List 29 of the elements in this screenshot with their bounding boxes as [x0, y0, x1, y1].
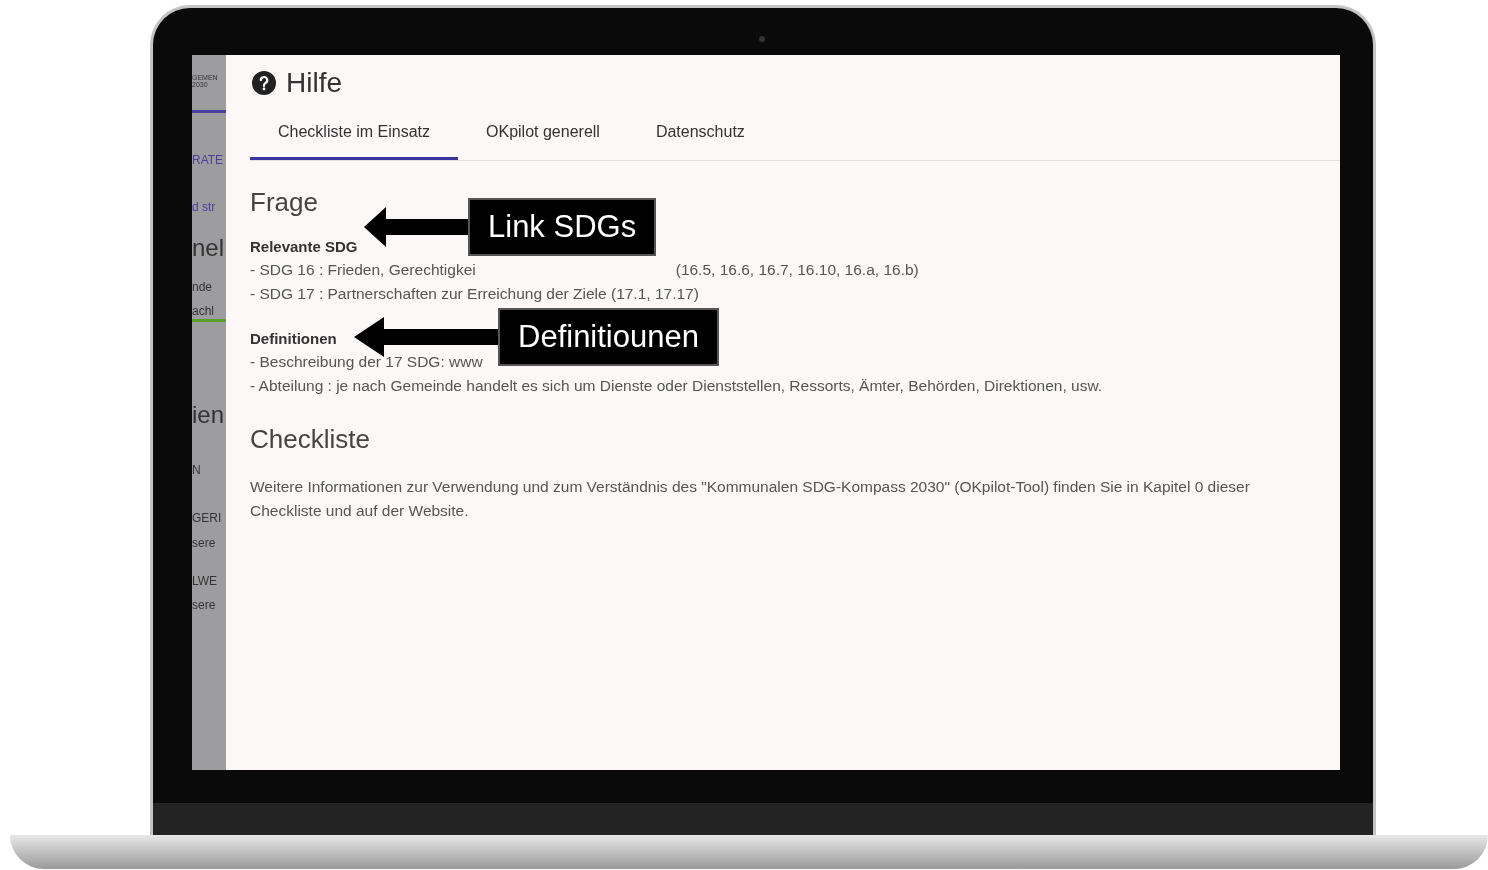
list-text: - SDG 16 : Frieden, Gerechtigkei: [250, 261, 476, 278]
group-title: Relevante SDG: [250, 238, 358, 255]
sidebar-text: N: [192, 462, 202, 478]
sidebar-text: nel: [192, 235, 226, 261]
sidebar-text: sere: [192, 535, 217, 551]
sidebar-text: nde: [192, 279, 214, 295]
sidebar-text: d str: [192, 199, 217, 215]
section-heading: Checkliste: [250, 424, 371, 455]
list-text: - Beschreibung der 17 SDG: www: [250, 353, 483, 370]
help-icon: [252, 71, 276, 95]
sidebar-text: GERI: [192, 510, 223, 526]
tab[interactable]: OKpilot generell: [458, 111, 628, 160]
sidebar-text: RATE: [192, 152, 225, 168]
list-text: - Abteilung : je nach Gemeinde handelt es sich um Dienste oder Dienststellen, Ressorts, Ämter, Behörden, Direktionen, usw.: [250, 377, 1103, 394]
group-title: Definitionen: [250, 330, 337, 347]
paragraph: Weitere Informationen zur Verwendung und zum Verständnis des "Kommunalen SDG-Kompass 2030" (OKpilot-Tool) finden Sie in Kapitel 0 dieser Checkliste und auf der Website.: [250, 477, 1251, 521]
page-title: Hilfe: [286, 67, 342, 99]
sidebar-text: ien: [192, 402, 226, 428]
tab[interactable]: Datenschutz: [627, 111, 773, 160]
camera-dot: [759, 36, 765, 42]
list-text: - SDG 17 : Partnerschaften zur Erreichung der Ziele (17.1, 17.17): [250, 285, 699, 302]
tab[interactable]: Checkliste im Einsatz: [250, 111, 459, 160]
callout-label: Link SDGs: [468, 198, 657, 256]
sidebar-text: achl: [192, 303, 215, 319]
list-text: (16.5, 16.6, 16.7, 16.10, 16.a, 16.b): [675, 261, 919, 278]
sidebar-text: sere: [192, 597, 217, 613]
section-heading: Frage: [250, 187, 319, 218]
sidebar-text: LWE: [192, 573, 219, 589]
callout-label: Definitiounen: [498, 308, 719, 366]
